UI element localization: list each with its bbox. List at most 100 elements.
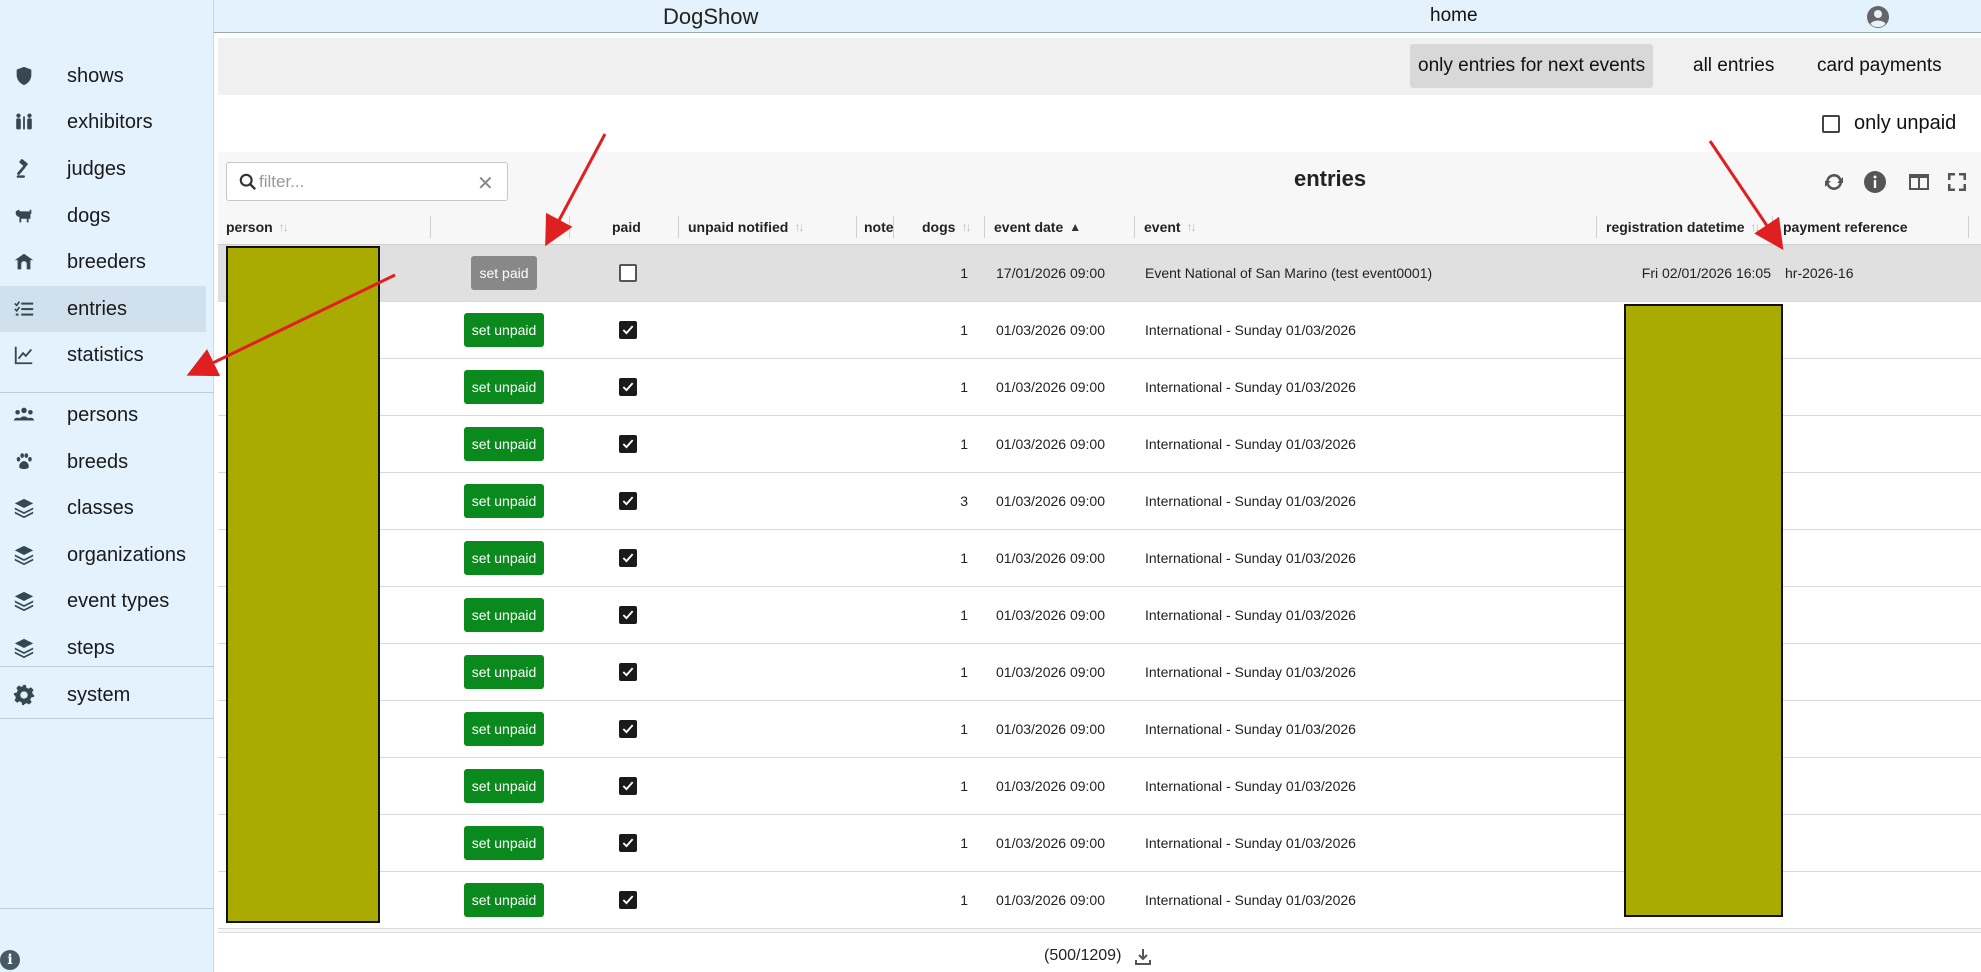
- dog-icon: [12, 204, 36, 228]
- dogs-count: 1: [960, 379, 968, 395]
- set-unpaid-button[interactable]: set unpaid: [463, 370, 545, 404]
- registration-datetime: Fri 02/01/2026 16:05: [1641, 265, 1771, 281]
- set-unpaid-button[interactable]: set unpaid: [463, 427, 545, 461]
- set-unpaid-button[interactable]: set unpaid: [463, 712, 545, 746]
- sidebar-item-label: exhibitors: [67, 110, 153, 133]
- paid-checkbox[interactable]: [619, 663, 637, 681]
- col-event-date[interactable]: event date ▲: [994, 208, 1081, 245]
- col-payment-reference[interactable]: payment reference: [1783, 208, 1908, 245]
- set-unpaid-button[interactable]: set unpaid: [463, 484, 545, 518]
- set-unpaid-button[interactable]: set unpaid: [463, 883, 545, 917]
- tab-next-events[interactable]: only entries for next events: [1410, 44, 1654, 88]
- columns-icon[interactable]: [1907, 170, 1931, 194]
- layers-icon: [12, 636, 36, 660]
- sidebar-item-statistics[interactable]: statistics: [0, 332, 206, 378]
- sidebar-item-dogs[interactable]: dogs: [0, 193, 206, 239]
- filter-input[interactable]: [259, 170, 459, 194]
- event-date: 01/03/2026 09:00: [996, 493, 1105, 509]
- paid-checkbox[interactable]: [619, 891, 637, 909]
- sidebar-item-exhibitors[interactable]: exhibitors: [0, 99, 206, 145]
- event-date: 01/03/2026 09:00: [996, 322, 1105, 338]
- table-row[interactable]: set paid 1 17/01/2026 09:00 Event National …: [218, 245, 1981, 302]
- entries-subnav: only entries for next events all entries…: [218, 38, 1981, 95]
- clear-filter-icon[interactable]: ✕: [477, 171, 494, 196]
- layers-icon: [12, 496, 36, 520]
- paid-checkbox[interactable]: [619, 834, 637, 852]
- set-paid-button[interactable]: set paid: [471, 256, 537, 290]
- sidebar-item-shows[interactable]: shows: [0, 53, 206, 99]
- fullscreen-icon[interactable]: [1945, 170, 1969, 194]
- sidebar-item-label: dogs: [67, 204, 111, 227]
- paid-checkbox[interactable]: [619, 435, 637, 453]
- col-dogs[interactable]: dogs ↑↓: [922, 208, 971, 245]
- sidebar-item-label: breeders: [67, 250, 146, 273]
- dogs-count: 1: [960, 322, 968, 338]
- col-registration-datetime[interactable]: registration datetime ↑↓: [1606, 208, 1760, 245]
- row-count: (500/1209): [1044, 947, 1122, 964]
- sidebar-item-breeds[interactable]: breeds: [0, 439, 206, 485]
- people-icon: [12, 110, 36, 134]
- col-person[interactable]: person ↑↓: [226, 208, 289, 245]
- paid-checkbox[interactable]: [619, 378, 637, 396]
- paid-checkbox[interactable]: [619, 606, 637, 624]
- sidebar-item-classes[interactable]: classes: [0, 485, 206, 531]
- sidebar-item-label: organizations: [67, 543, 186, 566]
- info-icon[interactable]: [1863, 170, 1887, 194]
- set-unpaid-button[interactable]: set unpaid: [463, 313, 545, 347]
- event-name: International - Sunday 01/03/2026: [1145, 892, 1356, 908]
- chart-line-icon: [12, 343, 36, 367]
- sidebar-item-system[interactable]: system: [0, 672, 206, 718]
- event-name: International - Sunday 01/03/2026: [1145, 550, 1356, 566]
- only-unpaid-checkbox[interactable]: [1822, 114, 1840, 133]
- tab-all-entries[interactable]: all entries: [1685, 44, 1782, 88]
- info-icon[interactable]: i: [0, 950, 20, 970]
- set-unpaid-button[interactable]: set unpaid: [463, 769, 545, 803]
- refresh-icon[interactable]: [1822, 170, 1846, 194]
- event-date: 01/03/2026 09:00: [996, 664, 1105, 680]
- dogs-count: 1: [960, 721, 968, 737]
- event-name: International - Sunday 01/03/2026: [1145, 379, 1356, 395]
- col-unpaid-notified[interactable]: unpaid notified ↑↓: [688, 208, 804, 245]
- shield-icon: [12, 64, 36, 88]
- paid-checkbox[interactable]: [619, 549, 637, 567]
- paid-checkbox[interactable]: [619, 720, 637, 738]
- sidebar-item-steps[interactable]: steps: [0, 625, 206, 671]
- col-paid[interactable]: paid: [612, 208, 641, 245]
- sidebar-item-breeders[interactable]: breeders: [0, 239, 206, 285]
- sidebar-item-organizations[interactable]: organizations: [0, 532, 206, 578]
- tab-card-payments[interactable]: card payments: [1809, 44, 1950, 88]
- sidebar-item-persons[interactable]: persons: [0, 392, 206, 438]
- sort-icon: ↑↓: [278, 219, 289, 234]
- home-link[interactable]: home: [1430, 5, 1478, 27]
- col-event[interactable]: event ↑↓: [1144, 208, 1197, 245]
- dogs-count: 1: [960, 265, 968, 281]
- set-unpaid-button[interactable]: set unpaid: [463, 655, 545, 689]
- event-name: International - Sunday 01/03/2026: [1145, 721, 1356, 737]
- dogs-count: 3: [960, 493, 968, 509]
- paid-checkbox[interactable]: [619, 321, 637, 339]
- set-unpaid-button[interactable]: set unpaid: [463, 826, 545, 860]
- col-note[interactable]: note: [864, 208, 900, 245]
- search-icon: [239, 173, 257, 191]
- set-unpaid-button[interactable]: set unpaid: [463, 541, 545, 575]
- set-unpaid-button[interactable]: set unpaid: [463, 598, 545, 632]
- paid-checkbox[interactable]: [619, 264, 637, 282]
- download-icon[interactable]: [1134, 948, 1152, 966]
- event-name: Event National of San Marino (test event…: [1145, 265, 1433, 281]
- only-unpaid-label: only unpaid: [1854, 112, 1957, 134]
- layers-icon: [12, 543, 36, 567]
- sidebar-item-entries[interactable]: entries: [0, 286, 206, 332]
- layers-icon: [12, 589, 36, 613]
- dogs-count: 1: [960, 664, 968, 680]
- redacted-registration-column: [1624, 304, 1783, 917]
- sidebar-item-judges[interactable]: judges: [0, 146, 206, 192]
- paid-checkbox[interactable]: [619, 777, 637, 795]
- sidebar-item-event-types[interactable]: event types: [0, 578, 206, 624]
- event-date: 01/03/2026 09:00: [996, 721, 1105, 737]
- gear-icon: [12, 683, 36, 707]
- only-unpaid-toggle[interactable]: only unpaid: [1822, 112, 1956, 135]
- account-icon[interactable]: [1866, 5, 1890, 29]
- top-bar: DogShow home: [214, 0, 1981, 33]
- paid-checkbox[interactable]: [619, 492, 637, 510]
- redacted-person-column: [226, 246, 380, 923]
